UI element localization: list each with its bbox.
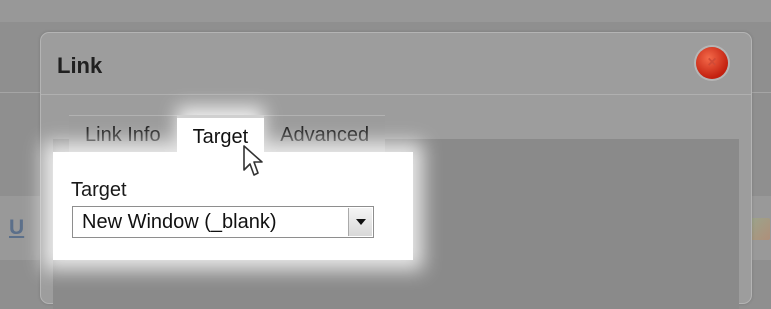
link-dialog: Link × Link Info Target Advanced Target …	[40, 32, 752, 309]
backdrop-top-bar	[0, 0, 771, 22]
close-button[interactable]: ×	[696, 47, 728, 79]
tab-advanced[interactable]: Advanced	[264, 115, 386, 154]
underline-icon[interactable]: U	[9, 216, 24, 240]
target-select[interactable]: New Window (_blank)	[72, 206, 374, 238]
dropdown-arrow-icon[interactable]	[348, 208, 372, 236]
title-separator	[41, 94, 751, 95]
target-field-label: Target	[71, 179, 127, 201]
mouse-cursor-icon	[243, 145, 263, 176]
close-icon: ×	[707, 54, 717, 71]
tab-bar: Link Info Target Advanced	[69, 115, 386, 156]
tab-link-info[interactable]: Link Info	[69, 115, 177, 154]
target-select-value: New Window (_blank)	[82, 211, 277, 233]
target-panel: Target New Window (_blank)	[53, 152, 413, 260]
dialog-title: Link	[57, 53, 103, 78]
